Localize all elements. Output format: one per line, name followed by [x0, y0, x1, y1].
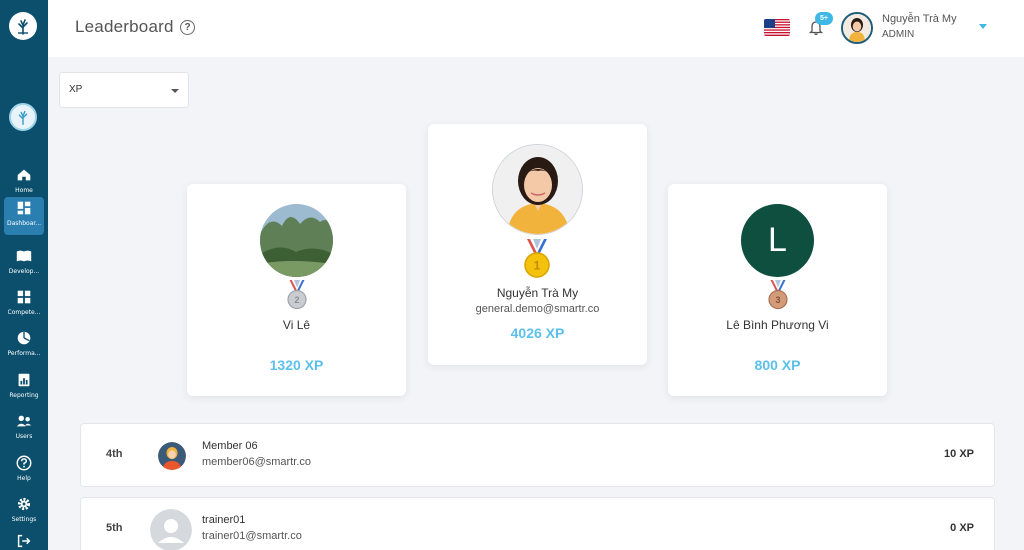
gear-icon	[17, 497, 31, 511]
leaderboard-row[interactable]: 5th trainer01 trainer01@smartr.co 0 XP	[80, 497, 995, 550]
member-name: trainer01	[202, 514, 246, 526]
sidebar-item-settings[interactable]: Settings	[4, 493, 44, 529]
sidebar-item-dashboard[interactable]: Dashboar...	[4, 197, 44, 235]
help-icon[interactable]: ?	[180, 20, 195, 35]
podium-card-first[interactable]: 1 Nguyễn Trà My general.demo@smartr.co 4…	[428, 124, 647, 365]
medal-number: 1	[534, 259, 541, 273]
home-icon	[17, 169, 31, 181]
first-place-name: Nguyễn Trà My	[496, 286, 579, 300]
user-role: ADMIN	[882, 29, 915, 40]
avatar-photo	[260, 204, 333, 277]
second-place-avatar	[260, 204, 333, 277]
tree-logo-icon	[18, 110, 28, 125]
sidebar-item-performance[interactable]: Performa...	[4, 327, 44, 363]
first-place-email: general.demo@smartr.co	[475, 303, 600, 315]
medal-number: 3	[775, 295, 780, 305]
metric-select-value: XP	[69, 84, 83, 95]
member-email: member06@smartr.co	[202, 456, 311, 468]
member-email: trainer01@smartr.co	[202, 530, 302, 542]
member-xp: 10 XP	[944, 448, 974, 460]
avatar-initial: L	[768, 221, 787, 259]
pie-chart-icon	[17, 331, 31, 345]
member-xp: 0 XP	[950, 522, 974, 534]
sidebar-item-competency[interactable]: Compete...	[4, 286, 44, 322]
sidebar-item-label: Compete...	[7, 309, 41, 316]
sidebar-item-label: Develop...	[8, 268, 40, 275]
member-avatar	[150, 509, 192, 550]
us-flag-icon[interactable]	[764, 19, 790, 36]
sidebar-item-home[interactable]: Home	[4, 164, 44, 200]
sidebar-item-label: Help	[17, 475, 31, 482]
sidebar-item-label: Home	[15, 187, 33, 194]
member-avatar	[158, 442, 186, 470]
help-icon	[16, 455, 32, 471]
user-avatar[interactable]	[841, 12, 873, 44]
metric-select[interactable]: XP	[59, 72, 189, 108]
medal-number: 2	[294, 295, 299, 305]
member-name: Member 06	[202, 440, 258, 452]
chevron-down-icon[interactable]	[979, 24, 987, 29]
bronze-medal-icon: 3	[768, 280, 788, 310]
podium-card-third[interactable]: L 3 Lê Bình Phương Vi 800 XP	[668, 184, 887, 396]
top-header: Leaderboard ? 5+ Nguyễn Trà My ADMIN	[48, 0, 1024, 57]
app-logo[interactable]	[9, 12, 37, 40]
gold-medal-icon: 1	[524, 239, 550, 278]
language-flag	[764, 19, 790, 36]
podium-card-second[interactable]: 2 Vi Lê 1320 XP	[187, 184, 406, 396]
sidebar-item-label: Users	[15, 433, 33, 440]
avatar-photo	[493, 145, 582, 234]
logout-icon	[17, 534, 31, 548]
leaderboard-row[interactable]: 4th Member 06 member06@smartr.co 10 XP	[80, 423, 995, 487]
sidebar-item-development[interactable]: Develop...	[4, 245, 44, 281]
logout-button[interactable]	[4, 530, 44, 550]
caret-down-icon	[171, 89, 179, 93]
page-title: Leaderboard	[75, 17, 174, 36]
sidebar-item-label: Reporting	[9, 392, 39, 399]
sidebar-item-reporting[interactable]: Reporting	[4, 369, 44, 405]
second-place-xp: 1320 XP	[269, 357, 324, 373]
grid-icon	[17, 290, 31, 304]
user-name[interactable]: Nguyễn Trà My	[882, 13, 957, 25]
avatar-photo	[843, 14, 871, 42]
organization-logo[interactable]	[9, 103, 37, 131]
sidebar-item-label: Dashboar...	[6, 220, 42, 227]
sidebar-item-help[interactable]: Help	[4, 452, 44, 492]
notification-badge[interactable]: 5+	[815, 12, 833, 25]
tree-logo-icon	[18, 19, 28, 35]
third-place-name: Lê Bình Phương Vi	[726, 318, 829, 332]
book-icon	[16, 250, 32, 262]
sidebar: Home Dashboar... Develop... Compete... P…	[0, 0, 48, 550]
silver-medal-icon: 2	[287, 280, 307, 310]
sidebar-item-users[interactable]: Users	[4, 410, 44, 446]
first-place-avatar	[492, 144, 583, 235]
report-icon	[18, 373, 30, 387]
rank-label: 4th	[106, 448, 123, 460]
user-placeholder-icon	[150, 509, 192, 550]
third-place-avatar: L	[741, 204, 814, 277]
third-place-xp: 800 XP	[754, 357, 801, 373]
first-place-xp: 4026 XP	[510, 325, 565, 341]
dashboard-icon	[17, 201, 31, 215]
sidebar-item-label: Performa...	[7, 350, 41, 357]
users-icon	[16, 415, 32, 427]
second-place-name: Vi Lê	[282, 318, 311, 332]
rank-label: 5th	[106, 522, 123, 534]
avatar-illustration	[158, 442, 186, 470]
sidebar-item-label: Settings	[11, 516, 37, 523]
